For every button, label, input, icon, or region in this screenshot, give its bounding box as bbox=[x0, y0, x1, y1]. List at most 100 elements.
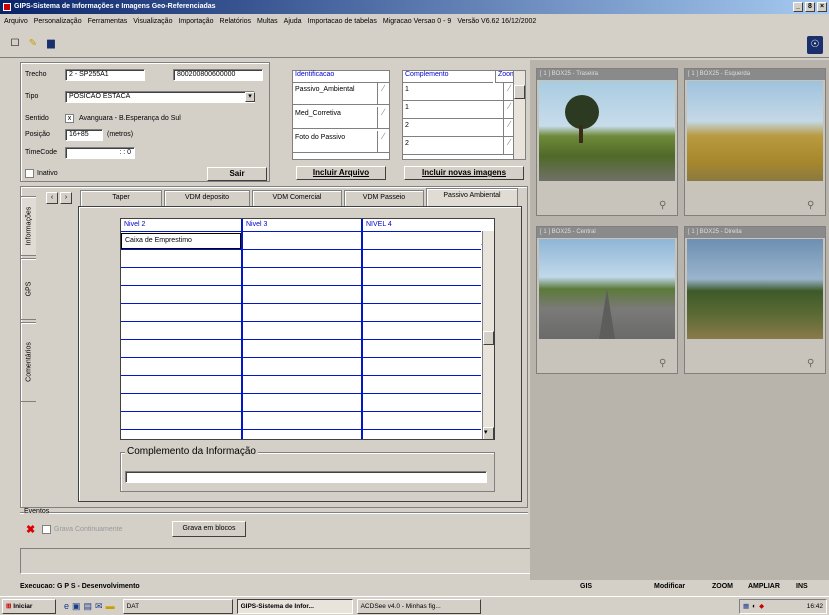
photo-traseira[interactable]: [ 1 ] BOX25 - Traseira ⚲ bbox=[536, 68, 678, 216]
menu-importacao-tabelas[interactable]: Importacao de tabelas bbox=[308, 18, 377, 25]
tab-vdm-passeio[interactable]: VDM Passeio bbox=[344, 190, 424, 206]
photo-caption: [ 1 ] BOX25 - Traseira bbox=[537, 69, 677, 80]
trecho-code-field[interactable]: 800200800600000 bbox=[173, 69, 263, 81]
pin-icon[interactable]: ⚲ bbox=[807, 200, 819, 212]
outlook-icon[interactable]: ✉ bbox=[95, 601, 103, 612]
complemento-row[interactable]: 2 ∕ bbox=[403, 119, 515, 137]
clock: 16:42 bbox=[806, 602, 823, 610]
grava-continuamente-checkbox[interactable] bbox=[42, 525, 51, 534]
start-button[interactable]: ⊞ Iniciar bbox=[2, 598, 56, 614]
pin-icon[interactable]: ⚲ bbox=[807, 358, 819, 370]
status-zoom: ZOOM bbox=[712, 583, 733, 590]
pencil-icon[interactable]: ∕ bbox=[377, 83, 389, 104]
grava-blocos-button[interactable]: Grava em blocos bbox=[172, 521, 246, 537]
identificacao-row[interactable]: Med_Corretiva ∕ bbox=[293, 107, 389, 129]
tab-gps[interactable]: GPS bbox=[20, 258, 36, 320]
desktop-icon[interactable]: ▣ bbox=[72, 601, 81, 612]
timecode-label: TimeCode bbox=[25, 149, 58, 156]
tray-network-icon[interactable]: ▦ bbox=[743, 600, 749, 613]
tab-taper[interactable]: Taper bbox=[80, 190, 162, 206]
title-bar: GIPS-Sistema de Informações e Imagens Ge… bbox=[0, 0, 829, 14]
tipo-select[interactable]: POSICAO ESTACA bbox=[65, 91, 255, 103]
photo-esquerda[interactable]: [ 1 ] BOX25 - Esquerda ⚲ bbox=[684, 68, 826, 216]
menu-ferramentas[interactable]: Ferramentas bbox=[88, 18, 128, 25]
folder-icon[interactable]: ▬ bbox=[106, 601, 115, 612]
status-ins: INS bbox=[796, 583, 808, 590]
status-execucao: Execucao: G P S - Desenvolvimento bbox=[20, 583, 140, 590]
tray-app-icon[interactable]: ◆ bbox=[759, 600, 764, 613]
incluir-arquivo-button[interactable]: Incluir Arquivo bbox=[296, 166, 386, 180]
grid-scrollbar[interactable]: ▾ bbox=[482, 231, 494, 439]
tab-passivo-ambiental[interactable]: Passivo Ambiental bbox=[426, 188, 518, 206]
complemento-row[interactable]: 2 ∕ bbox=[403, 137, 515, 155]
pencil-icon[interactable]: ∕ bbox=[377, 107, 389, 128]
tab-scroll-left-icon[interactable]: ‹ bbox=[46, 192, 58, 204]
ie-icon[interactable]: e bbox=[64, 601, 69, 612]
photo-central[interactable]: [ 1 ] BOX25 - Central ⚲ bbox=[536, 226, 678, 374]
sair-button[interactable]: Sair bbox=[207, 167, 267, 181]
app-logo-icon: ☉ bbox=[807, 36, 823, 54]
tab-vdm-comercial[interactable]: VDM Comercial bbox=[252, 190, 342, 206]
grid-header-nivel4: NIVEL 4 bbox=[366, 221, 392, 228]
menu-arquivo[interactable]: Arquivo bbox=[4, 18, 28, 25]
new-document-icon[interactable]: ☐ bbox=[8, 37, 22, 51]
taskbar-item-dat[interactable]: DAT bbox=[122, 598, 233, 614]
tab-scroll-right-icon[interactable]: › bbox=[60, 192, 72, 204]
complemento-row[interactable]: 1 ∕ bbox=[403, 101, 515, 119]
identificacao-row[interactable]: Foto do Passivo ∕ bbox=[293, 131, 389, 153]
menu-importacao[interactable]: Importação bbox=[178, 18, 213, 25]
menu-multas[interactable]: Multas bbox=[257, 18, 278, 25]
photo-caption: [ 1 ] BOX25 - Direita bbox=[685, 227, 825, 238]
posicao-label: Posição bbox=[25, 131, 50, 138]
tipo-label: Tipo bbox=[25, 93, 39, 100]
pin-icon[interactable]: ⚲ bbox=[659, 200, 671, 212]
tray-volume-icon[interactable]: ◐ bbox=[752, 600, 756, 613]
app-icon bbox=[3, 3, 11, 11]
grid-cell[interactable]: Caixa de Emprestimo bbox=[121, 233, 241, 249]
menu-bar: Arquivo Personalização Ferramentas Visua… bbox=[0, 14, 829, 28]
menu-migracao[interactable]: Migracao Versao 0 - 9 bbox=[383, 18, 451, 25]
identificacao-row[interactable]: Passivo_Ambiental ∕ bbox=[293, 83, 389, 105]
menu-relatorios[interactable]: Relatórios bbox=[220, 18, 252, 25]
close-button[interactable]: × bbox=[817, 2, 827, 12]
sentido-value: Avanguara - B.Esperança do Sul bbox=[79, 115, 181, 122]
menu-versao[interactable]: Versão V6.62 16/12/2002 bbox=[457, 18, 536, 25]
windows-logo-icon: ⊞ bbox=[6, 602, 12, 610]
sentido-checkbox[interactable]: x bbox=[65, 114, 74, 123]
grava-continuamente-label: Grava Continuamente bbox=[54, 526, 123, 533]
complemento-row[interactable]: 1 ∕ bbox=[403, 83, 515, 101]
posicao-field[interactable]: 16+85 bbox=[65, 129, 103, 141]
tab-informacoes[interactable]: Informações bbox=[20, 196, 36, 256]
taskbar-item-acdsee[interactable]: ACDSee v4.0 - Minhas fig... bbox=[356, 598, 481, 614]
complemento-info-label: Complemento da Informação bbox=[125, 446, 258, 457]
menu-visualizacao[interactable]: Visualização bbox=[133, 18, 172, 25]
photo-direita[interactable]: [ 1 ] BOX25 - Direita ⚲ bbox=[684, 226, 826, 374]
pin-icon[interactable]: ⚲ bbox=[659, 358, 671, 370]
tab-vdm-deposito[interactable]: VDM deposito bbox=[164, 190, 250, 206]
sentido-label: Sentido bbox=[25, 115, 49, 122]
menu-personalizacao[interactable]: Personalização bbox=[34, 18, 82, 25]
complemento-scrollbar[interactable] bbox=[513, 71, 525, 159]
grid-header-nivel2: Nivel 2 bbox=[124, 221, 146, 228]
complemento-header: Complemento bbox=[403, 71, 493, 83]
complemento-info-input[interactable] bbox=[125, 471, 487, 483]
eventos-label: Eventos bbox=[24, 508, 50, 515]
trecho-field[interactable]: 2 - SP255A1 bbox=[65, 69, 145, 81]
taskbar-item-gips[interactable]: GIPS-Sistema de Infor... bbox=[236, 598, 353, 614]
open-folder-icon[interactable]: ✎ bbox=[26, 37, 40, 51]
minimize-button[interactable]: _ bbox=[793, 2, 803, 12]
timecode-field[interactable]: : : 0 bbox=[65, 147, 135, 159]
explorer-icon[interactable]: ▤ bbox=[84, 601, 93, 612]
incluir-imagens-button[interactable]: Incluir novas imagens bbox=[404, 166, 524, 180]
tab-comentarios[interactable]: Comentários bbox=[20, 322, 36, 402]
road-photo bbox=[687, 239, 823, 339]
tipo-dropdown-icon[interactable]: ▾ bbox=[245, 92, 255, 102]
inativo-checkbox[interactable] bbox=[25, 169, 34, 178]
save-icon[interactable]: ▆ bbox=[44, 37, 58, 51]
maximize-button[interactable]: 8 bbox=[805, 2, 815, 12]
menu-ajuda[interactable]: Ajuda bbox=[284, 18, 302, 25]
passivo-grid[interactable]: Nivel 2 Nivel 3 NIVEL 4 Caixa de Emprest… bbox=[120, 218, 495, 440]
road-photo bbox=[539, 81, 675, 181]
record-icon[interactable]: ✖ bbox=[26, 523, 35, 536]
pencil-icon[interactable]: ∕ bbox=[377, 131, 389, 152]
